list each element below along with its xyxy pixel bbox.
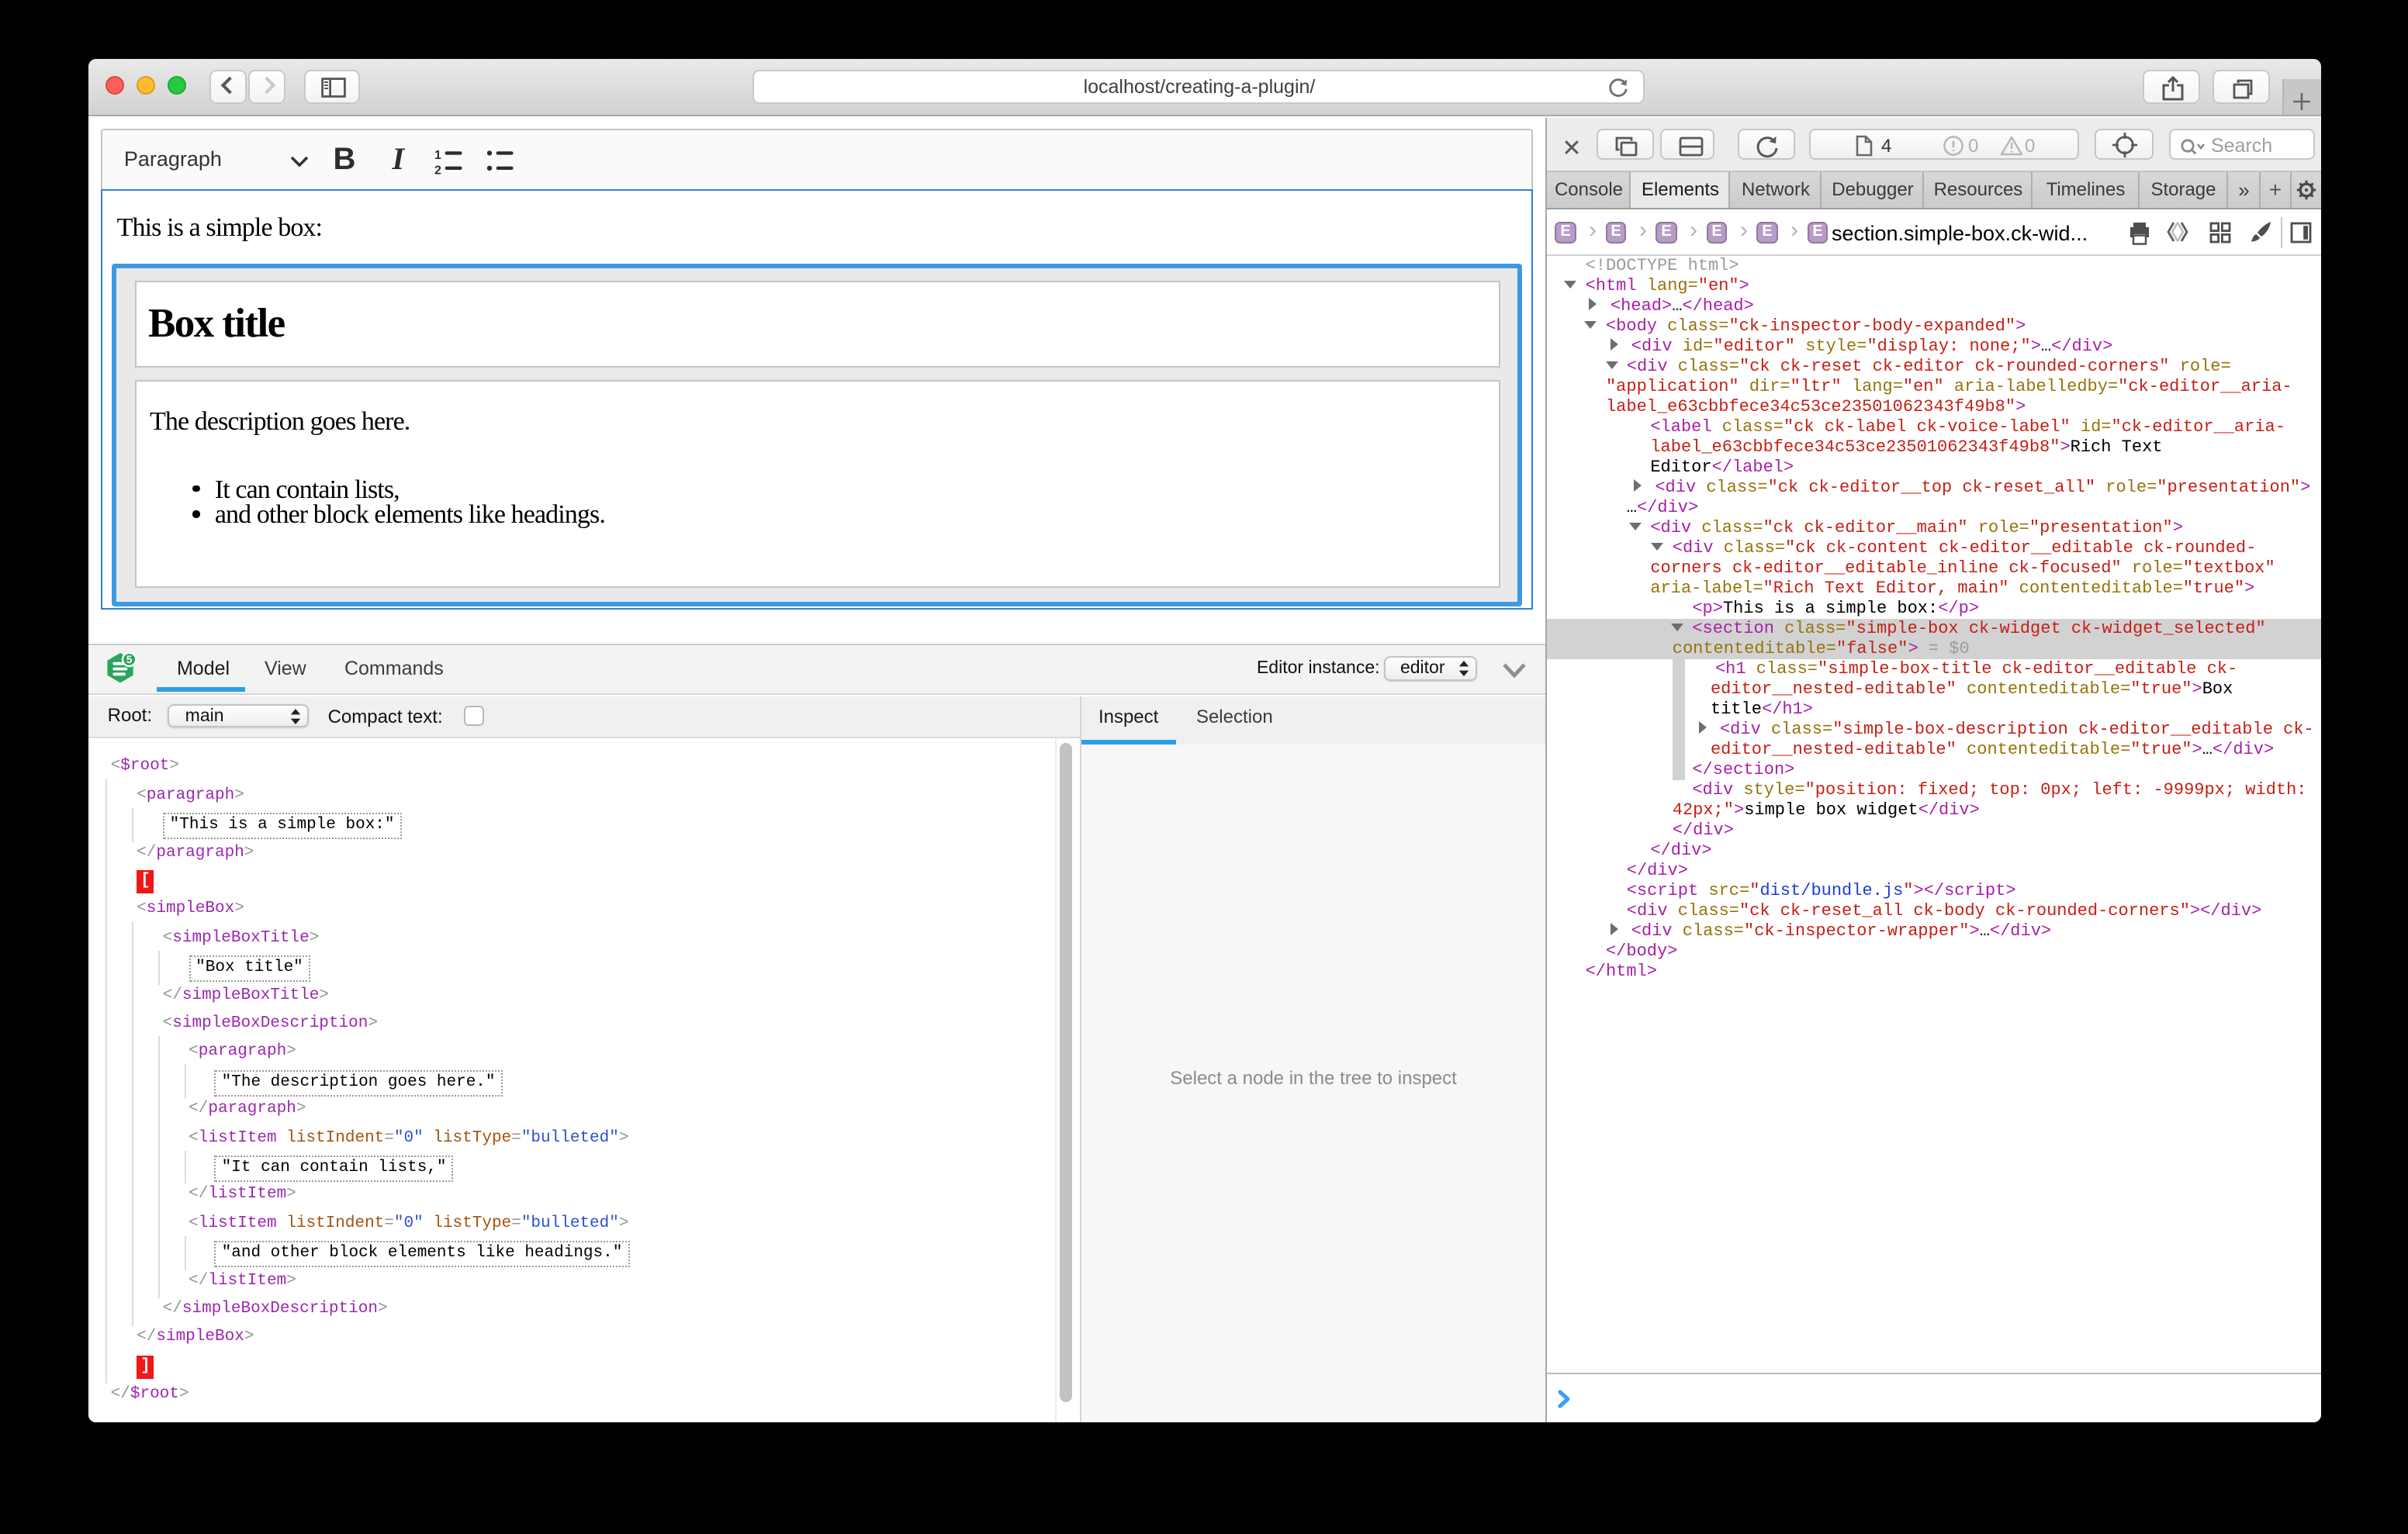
svg-text:5: 5 [127, 654, 133, 665]
svg-text:1: 1 [434, 150, 441, 163]
svg-text:2: 2 [434, 164, 441, 175]
